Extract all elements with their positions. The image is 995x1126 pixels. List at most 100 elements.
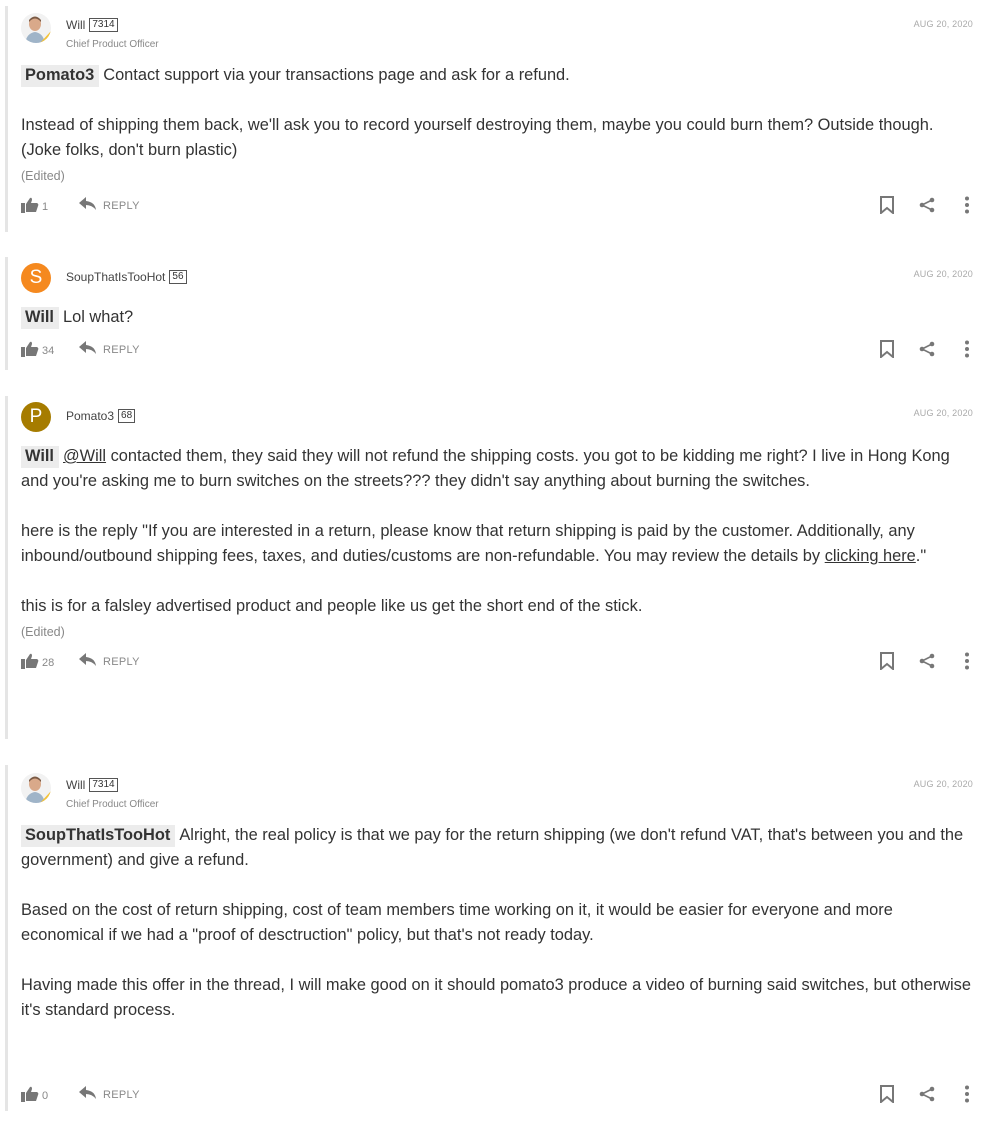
reply-arrow-icon (79, 1086, 97, 1103)
thumbs-up-icon (21, 1086, 39, 1105)
mention-tag[interactable]: Pomato3 (21, 65, 100, 87)
comment-tools (857, 1084, 977, 1104)
avatar[interactable] (21, 13, 51, 43)
comment-date: AUG 20, 2020 (913, 19, 973, 29)
bookmark-icon[interactable] (877, 195, 897, 215)
comment-text: Contact support via your transactions pa… (103, 66, 570, 84)
avatar-letter: S (29, 267, 43, 288)
reputation-badge: 7314 (89, 18, 118, 32)
share-icon[interactable] (917, 195, 937, 215)
more-vertical-icon[interactable] (957, 1084, 977, 1104)
mention-tag[interactable]: SoupThatIsTooHot (21, 825, 176, 847)
comment-date: AUG 20, 2020 (913, 269, 973, 279)
author-label[interactable]: Will (66, 18, 85, 32)
reply-button[interactable]: REPLY (79, 653, 140, 670)
comment-tools (857, 651, 977, 671)
comment-tools (857, 195, 977, 215)
thumbs-up-icon (21, 341, 39, 360)
comment-actions: 28 REPLY (21, 651, 977, 673)
comment-date: AUG 20, 2020 (913, 408, 973, 418)
like-count: 0 (42, 1089, 49, 1102)
at-mention-link[interactable]: @Will (63, 447, 106, 465)
thread-line (5, 765, 8, 1111)
thumbs-up-icon (21, 653, 39, 672)
bookmark-icon[interactable] (877, 651, 897, 671)
author-name[interactable]: SoupThatIsTooHot 56 (66, 270, 187, 284)
reputation-badge: 7314 (89, 778, 118, 792)
author-title: Chief Product Officer (66, 39, 159, 50)
author-name[interactable]: Will 7314 (66, 18, 118, 32)
like-count: 1 (42, 200, 49, 213)
comment-header: Will 7314 Chief Product Officer AUG 20, … (21, 773, 977, 810)
reply-label: REPLY (103, 655, 140, 668)
reply-label: REPLY (103, 1088, 140, 1101)
thread-line (5, 6, 8, 232)
reply-button[interactable]: REPLY (79, 197, 140, 214)
comment-header: P Pomato3 68 AUG 20, 2020 (21, 402, 977, 438)
more-vertical-icon[interactable] (957, 339, 977, 359)
bookmark-icon[interactable] (877, 339, 897, 359)
share-icon[interactable] (917, 339, 937, 359)
comment-paragraph: here is the reply "If you are interested… (21, 519, 977, 569)
edited-label: (Edited) (21, 625, 65, 639)
comment-actions: 34 REPLY (21, 339, 977, 361)
thumbs-up-icon (21, 197, 39, 216)
thread-line (5, 257, 8, 370)
comment-body: SoupThatIsTooHot Alright, the real policy… (21, 823, 977, 1023)
author-label[interactable]: SoupThatIsTooHot (66, 270, 165, 284)
edited-label: (Edited) (21, 169, 65, 183)
avatar-letter: P (29, 406, 43, 427)
comment: S SoupThatIsTooHot 56 AUG 20, 2020 Will L… (21, 263, 977, 361)
avatar[interactable]: S (21, 263, 51, 293)
comment-header: S SoupThatIsTooHot 56 AUG 20, 2020 (21, 263, 977, 299)
comment: Will 7314 Chief Product Officer AUG 20, … (21, 13, 977, 217)
avatar[interactable] (21, 773, 51, 803)
like-button[interactable]: 28 (21, 653, 54, 672)
reply-button[interactable]: REPLY (79, 341, 140, 358)
reply-arrow-icon (79, 341, 97, 358)
author-name[interactable]: Pomato3 68 (66, 409, 136, 423)
author-label[interactable]: Pomato3 (66, 409, 114, 423)
comment-body: Will Lol what? (21, 305, 977, 330)
avatar[interactable]: P (21, 402, 51, 432)
bookmark-icon[interactable] (877, 1084, 897, 1104)
more-vertical-icon[interactable] (957, 195, 977, 215)
comment-date: AUG 20, 2020 (913, 779, 973, 789)
reply-label: REPLY (103, 199, 140, 212)
quote-text: here is the reply "If you are interested… (21, 522, 915, 565)
more-vertical-icon[interactable] (957, 651, 977, 671)
comment-paragraph: Having made this offer in the thread, I … (21, 976, 971, 1019)
reputation-badge: 68 (118, 409, 136, 423)
comment: P Pomato3 68 AUG 20, 2020 Will @Will cont… (21, 402, 977, 673)
comment-body: Pomato3 Contact support via your transact… (21, 63, 977, 163)
comment: Will 7314 Chief Product Officer AUG 20, … (21, 773, 977, 1103)
comment-paragraph: Based on the cost of return shipping, co… (21, 901, 893, 944)
like-count: 28 (42, 656, 55, 669)
share-icon[interactable] (917, 1084, 937, 1104)
author-title: Chief Product Officer (66, 799, 159, 810)
reply-button[interactable]: REPLY (79, 1086, 140, 1103)
like-button[interactable]: 0 (21, 1086, 48, 1105)
comment-body: Will @Will contacted them, they said they… (21, 444, 977, 619)
comment-actions: 0 REPLY (21, 1084, 977, 1106)
reputation-badge: 56 (169, 270, 187, 284)
comment-header: Will 7314 Chief Product Officer AUG 20, … (21, 13, 977, 50)
thread-line (5, 396, 8, 739)
author-name[interactable]: Will 7314 (66, 778, 118, 792)
share-icon[interactable] (917, 651, 937, 671)
comment-paragraph: Instead of shipping them back, we'll ask… (21, 116, 934, 159)
like-button[interactable]: 34 (21, 341, 54, 360)
comment-paragraph: this is for a falsley advertised product… (21, 597, 643, 615)
author-label[interactable]: Will (66, 778, 85, 792)
comment-text: Lol what? (63, 308, 134, 326)
reply-arrow-icon (79, 653, 97, 670)
comment-tools (857, 339, 977, 359)
like-count: 34 (42, 344, 55, 357)
quote-end: ." (915, 547, 927, 565)
mention-tag[interactable]: Will (21, 446, 59, 468)
comment-actions: 1 REPLY (21, 195, 977, 217)
comment-text: contacted them, they said they will not … (21, 447, 950, 490)
clicking-here-link[interactable]: clicking here (825, 547, 916, 565)
mention-tag[interactable]: Will (21, 307, 59, 329)
like-button[interactable]: 1 (21, 197, 48, 216)
